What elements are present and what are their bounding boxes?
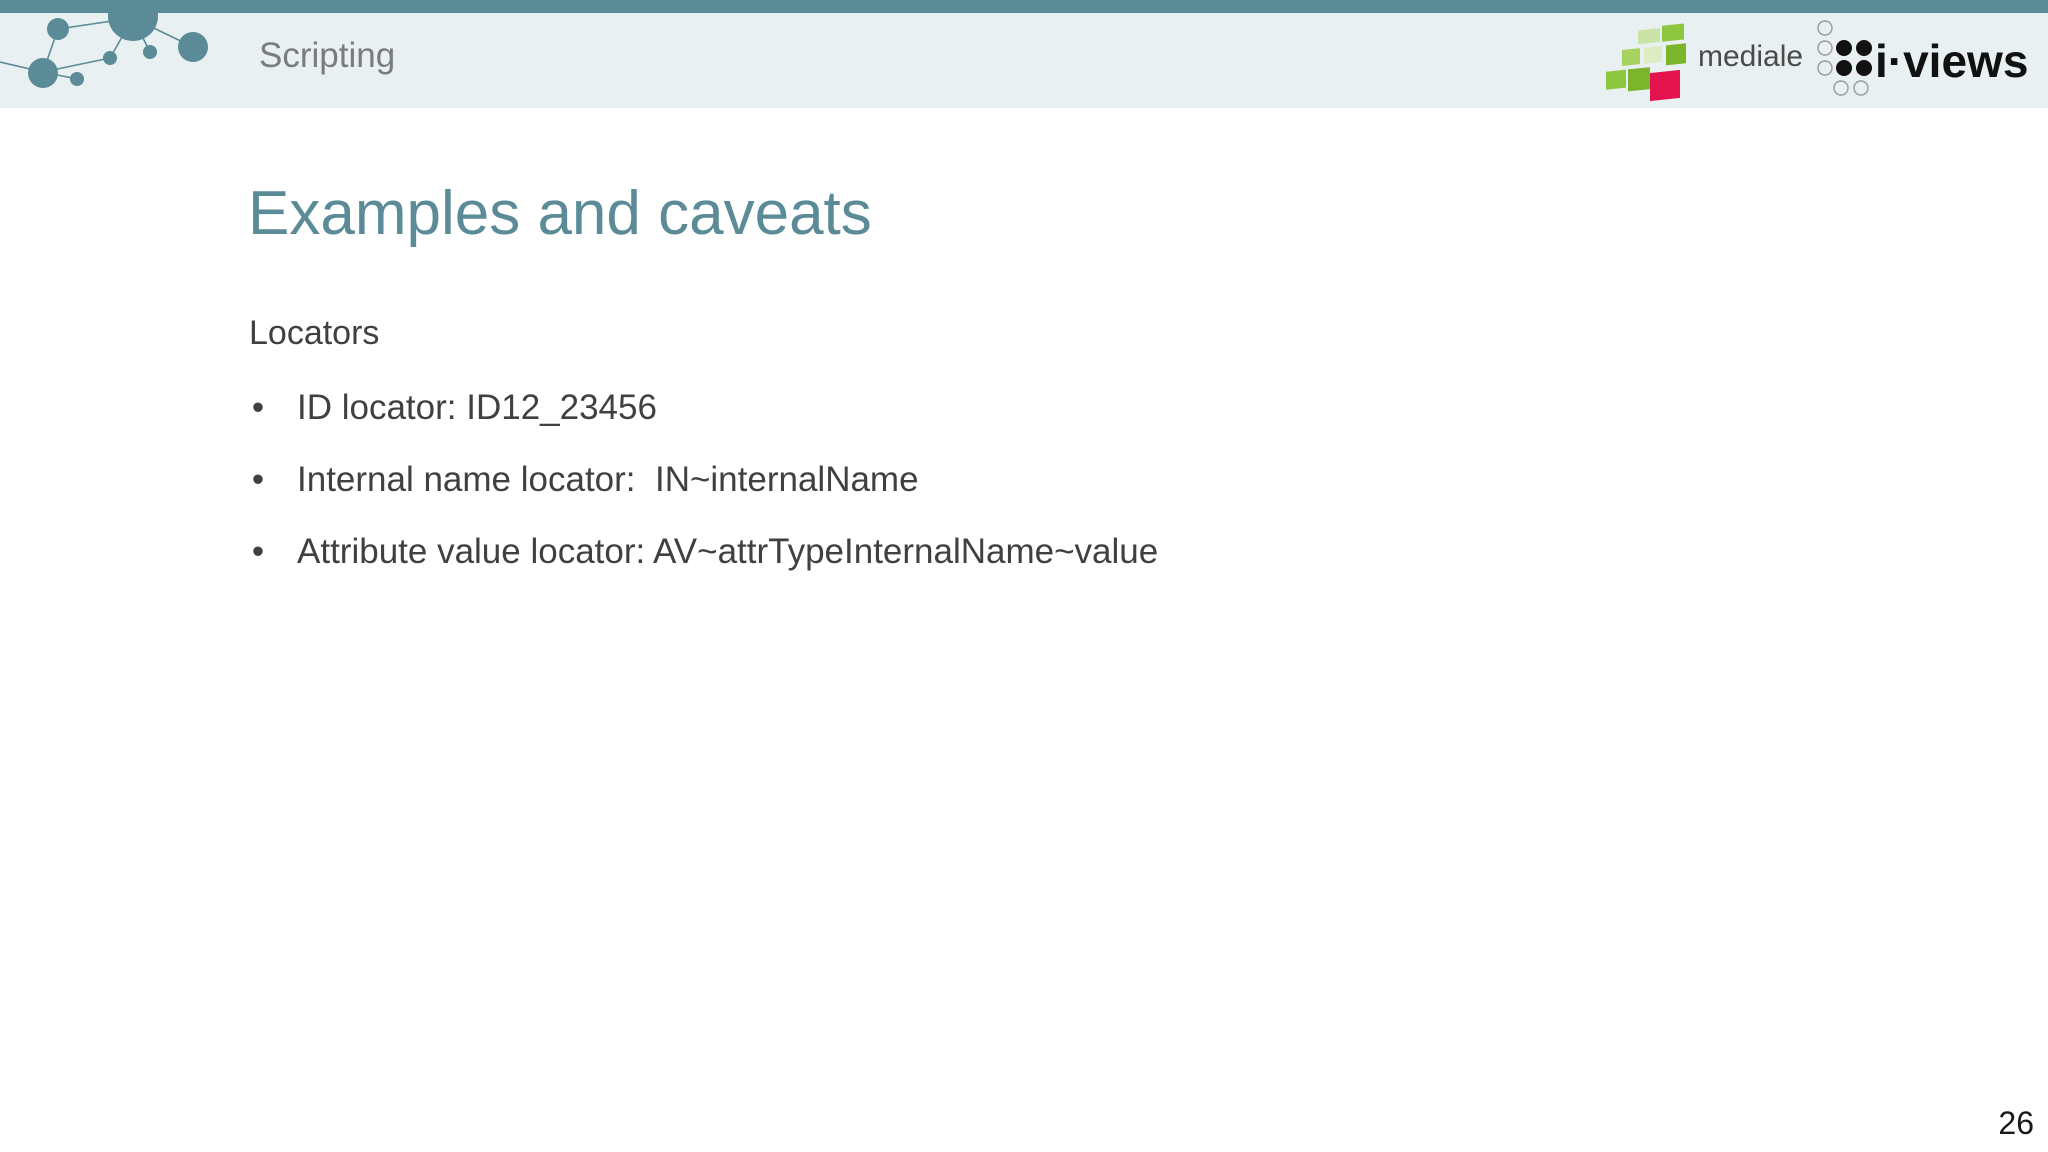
list-item: • Attribute value locator: AV~attrTypeIn… <box>249 528 1158 600</box>
locator-bullet-list: • ID locator: ID12_23456 • Internal name… <box>249 384 1158 600</box>
iviews-logo-text: i·views <box>1875 35 2028 87</box>
molecule-decoration-icon <box>0 0 208 88</box>
medialeg-logo-text: medialeg <box>1698 40 1804 73</box>
section-title: Scripting <box>259 36 396 75</box>
list-item: • ID locator: ID12_23456 <box>249 384 657 456</box>
bullet-text: Internal name locator: IN~internalName <box>297 460 919 499</box>
bullet-text: ID locator: ID12_23456 <box>297 388 657 427</box>
iviews-logo: i·views <box>1817 20 2028 96</box>
bullet-icon: • <box>251 532 265 571</box>
locators-subheading: Locators <box>249 314 380 352</box>
bullet-text: Attribute value locator: AV~attrTypeInte… <box>297 532 1159 571</box>
bullet-icon: • <box>251 388 265 427</box>
list-item: • Internal name locator: IN~internalName <box>249 456 919 528</box>
page-number: 26 <box>1998 1105 2034 1141</box>
medialeg-logo: medialeg <box>1606 23 1804 102</box>
slide-title: Examples and caveats <box>248 179 872 248</box>
top-accent-bar <box>0 0 2048 13</box>
bullet-icon: • <box>251 460 265 499</box>
